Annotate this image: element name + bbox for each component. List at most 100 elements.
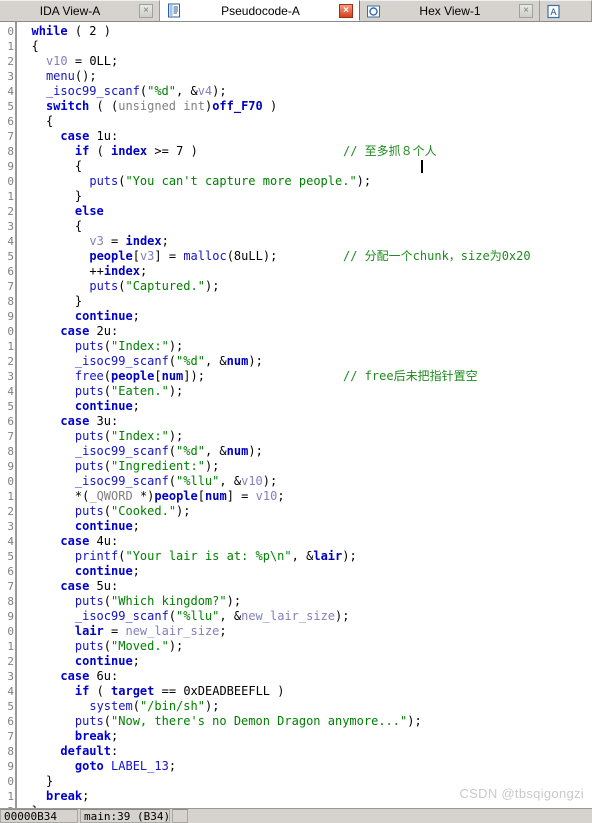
code-line[interactable]: break;: [17, 789, 592, 804]
line-number: 6: [7, 415, 14, 428]
code-line[interactable]: case 5u:: [17, 579, 592, 594]
line-number: 2: [7, 505, 14, 518]
code-line[interactable]: puts("You can't capture more people.");: [17, 174, 592, 189]
code-line[interactable]: switch ( (unsigned int)off_F70 ): [17, 99, 592, 114]
code-line[interactable]: _isoc99_scanf("%d", &num);: [17, 444, 592, 459]
code-line[interactable]: puts("Eaten.");: [17, 384, 592, 399]
code-line[interactable]: system("/bin/sh");: [17, 699, 592, 714]
code-line[interactable]: continue;: [17, 399, 592, 414]
code-line[interactable]: printf("Your lair is at: %p\n", &lair);: [17, 549, 592, 564]
line-number: 0: [7, 325, 14, 338]
code-line[interactable]: default:: [17, 744, 592, 759]
code-line[interactable]: people[v3] = malloc(8uLL);// 分配一个chunk，s…: [17, 249, 592, 264]
code-line[interactable]: case 3u:: [17, 414, 592, 429]
line-number: 0: [7, 625, 14, 638]
code-line[interactable]: case 1u:: [17, 129, 592, 144]
pseudocode-editor[interactable]: 0 1 2 3 4 5 6 7 8 9 0 1 2 3 4 5 6 7 8 9 0 1 2 3 4 5 6 7 8 9 0 1 2 3 4 5 6 7 8 9…: [0, 22, 592, 808]
code-line[interactable]: }: [17, 189, 592, 204]
code-line[interactable]: puts("Index:");: [17, 429, 592, 444]
code-line[interactable]: }: [17, 774, 592, 789]
tab-ida-view-a-close-icon[interactable]: ×: [139, 4, 153, 18]
code-line[interactable]: *(_QWORD *)people[num] = v10;: [17, 489, 592, 504]
code-line[interactable]: menu();: [17, 69, 592, 84]
line-number: 9: [7, 310, 14, 323]
code-line[interactable]: v3 = index;: [17, 234, 592, 249]
line-number: 9: [7, 760, 14, 773]
tab-pseudocode-a-label: Pseudocode-A: [221, 3, 300, 18]
code-line[interactable]: _isoc99_scanf("%llu", &new_lair_size);: [17, 609, 592, 624]
line-number: 8: [7, 595, 14, 608]
line-number: 7: [7, 130, 14, 143]
code-line[interactable]: {: [17, 114, 592, 129]
code-line[interactable]: {: [17, 219, 592, 234]
line-number: 4: [7, 235, 14, 248]
line-number: 1: [7, 640, 14, 653]
code-line[interactable]: continue;: [17, 309, 592, 324]
code-line[interactable]: _isoc99_scanf("%llu", &v10);: [17, 474, 592, 489]
code-line[interactable]: puts("Captured.");: [17, 279, 592, 294]
line-number: 3: [7, 370, 14, 383]
hex-view-icon: [366, 4, 381, 19]
code-line[interactable]: else: [17, 204, 592, 219]
code-line[interactable]: puts("Cooked.");: [17, 504, 592, 519]
line-number: 4: [7, 535, 14, 548]
structures-icon: A: [546, 4, 561, 19]
code-line[interactable]: free(people[num]);// free后未把指针置空: [17, 369, 592, 384]
line-number: 6: [7, 715, 14, 728]
line-number: 4: [7, 385, 14, 398]
code-line[interactable]: puts("Now, there's no Demon Dragon anymo…: [17, 714, 592, 729]
code-line[interactable]: if ( index >= 7 )// 至多抓８个人: [17, 144, 592, 159]
line-number: 3: [7, 220, 14, 233]
line-number-gutter: 0 1 2 3 4 5 6 7 8 9 0 1 2 3 4 5 6 7 8 9 0 1 2 3 4 5 6 7 8 9 0 1 2 3 4 5 6 7 8 9…: [0, 22, 17, 808]
line-number: 4: [7, 685, 14, 698]
tab-hex-view-1-label: Hex View-1: [419, 4, 481, 18]
code-line[interactable]: v10 = 0LL;: [17, 54, 592, 69]
line-number: 2: [7, 205, 14, 218]
code-line[interactable]: case 2u:: [17, 324, 592, 339]
code-line[interactable]: if ( target == 0xDEADBEEFLL ): [17, 684, 592, 699]
code-line[interactable]: lair = new_lair_size;: [17, 624, 592, 639]
line-number: 3: [7, 520, 14, 533]
code-line[interactable]: case 6u:: [17, 669, 592, 684]
code-line[interactable]: puts("Ingredient:");: [17, 459, 592, 474]
code-line[interactable]: }: [17, 294, 592, 309]
tab-hex-view-1-close-icon[interactable]: ×: [519, 4, 533, 18]
code-line[interactable]: case 4u:: [17, 534, 592, 549]
tab-pseudocode-a[interactable]: Pseudocode-A ×: [160, 0, 360, 21]
status-extra: [172, 809, 188, 823]
line-number: 7: [7, 730, 14, 743]
code-line[interactable]: ++index;: [17, 264, 592, 279]
tab-ida-view-a[interactable]: IDA View-A ×: [0, 0, 160, 21]
line-number: 8: [7, 745, 14, 758]
code-line[interactable]: {: [17, 39, 592, 54]
status-function-offset: main:39 (B34): [80, 809, 170, 823]
code-line[interactable]: _isoc99_scanf("%d", &v4);: [17, 84, 592, 99]
code-line[interactable]: goto LABEL_13;: [17, 759, 592, 774]
line-number: 2: [7, 55, 14, 68]
tab-structures[interactable]: A: [540, 0, 592, 21]
tab-pseudocode-a-close-icon[interactable]: ×: [339, 3, 353, 18]
line-number: 0: [7, 175, 14, 188]
line-number: 9: [7, 160, 14, 173]
code-comment: // 至多抓８个人: [343, 144, 437, 158]
line-number: 2: [7, 655, 14, 668]
line-number: 5: [7, 550, 14, 563]
line-number: 1: [7, 40, 14, 53]
code-line[interactable]: continue;: [17, 519, 592, 534]
code-comment: // free后未把指针置空: [343, 369, 478, 383]
code-line[interactable]: continue;: [17, 654, 592, 669]
code-line[interactable]: break;: [17, 729, 592, 744]
code-line[interactable]: {: [17, 159, 592, 174]
tab-hex-view-1[interactable]: Hex View-1 ×: [360, 0, 540, 21]
code-line[interactable]: _isoc99_scanf("%d", &num);: [17, 354, 592, 369]
line-number: 4: [7, 85, 14, 98]
code-line[interactable]: while ( 2 ): [17, 24, 592, 39]
line-number: 8: [7, 295, 14, 308]
code-line[interactable]: puts("Which kingdom?");: [17, 594, 592, 609]
code-line[interactable]: puts("Index:");: [17, 339, 592, 354]
line-number: 6: [7, 565, 14, 578]
pseudocode-icon: [167, 3, 182, 18]
code-line[interactable]: continue;: [17, 564, 592, 579]
code-line[interactable]: puts("Moved.");: [17, 639, 592, 654]
code-content[interactable]: while ( 2 ) { v10 = 0LL; menu(); _isoc99…: [17, 22, 592, 808]
